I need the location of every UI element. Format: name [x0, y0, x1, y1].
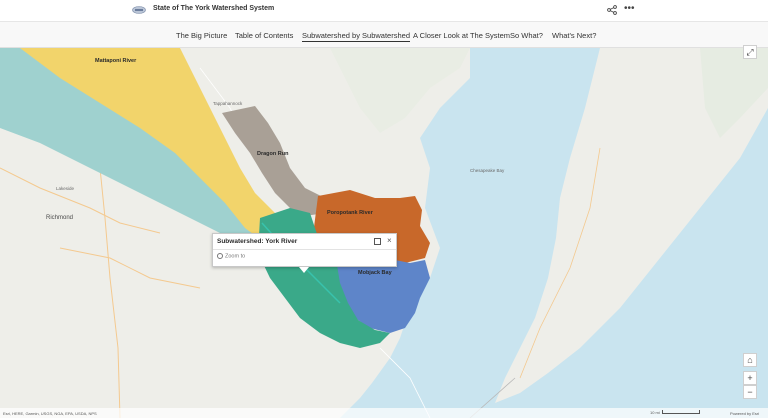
zoom-to-label: Zoom to: [225, 253, 245, 259]
nav-so-what[interactable]: So What?: [510, 31, 543, 40]
label-poropotank-river: Poropotank River: [327, 210, 373, 216]
label-chesapeake-bay: Chesapeake Bay: [470, 168, 504, 173]
share-icon[interactable]: [606, 4, 618, 16]
zoom-to-action[interactable]: Zoom to: [217, 253, 245, 259]
popup-title: Subwatershed: York River: [217, 238, 297, 245]
attribution-bar: Esri, HERE, Garmin, USGS, NGA, EPA, USDA…: [0, 408, 768, 418]
search-icon: [217, 253, 223, 259]
feature-popup: Subwatershed: York River × Zoom to: [212, 233, 397, 267]
scale-bar: [662, 410, 700, 414]
logo-icon: [132, 6, 146, 14]
label-mattaponi-river: Mattaponi River: [95, 58, 136, 64]
label-lakeside: Lakeside: [56, 186, 74, 191]
app-header: State of The York Watershed System •••: [0, 0, 768, 21]
nav-a-closer-look[interactable]: A Closer Look at The System: [413, 31, 510, 40]
dock-icon[interactable]: [374, 238, 381, 245]
powered-by[interactable]: Powered by Esri: [730, 411, 759, 416]
home-icon[interactable]: ⌂: [743, 353, 757, 367]
label-dragon-run: Dragon Run: [257, 151, 288, 157]
attribution-text: Esri, HERE, Garmin, USGS, NGA, EPA, USDA…: [3, 411, 97, 416]
label-tappahannock: Tappahannock: [213, 101, 242, 106]
zoom-in-button[interactable]: +: [743, 371, 757, 385]
more-options-icon[interactable]: •••: [624, 3, 635, 15]
nav-table-of-contents[interactable]: Table of Contents: [235, 31, 293, 40]
popup-pointer: [299, 267, 309, 273]
label-mobjack-bay: Mobjack Bay: [358, 270, 392, 276]
nav-the-big-picture[interactable]: The Big Picture: [176, 31, 227, 40]
app-title: State of The York Watershed System: [153, 5, 274, 12]
scale-label: 10 mi: [650, 410, 660, 415]
expand-icon[interactable]: ⤢: [743, 45, 757, 59]
zoom-out-button[interactable]: −: [743, 385, 757, 399]
label-richmond: Richmond: [46, 215, 73, 221]
nav-subwatershed-by-subwatershed[interactable]: Subwatershed by Subwatershed: [302, 31, 410, 42]
close-icon[interactable]: ×: [387, 236, 392, 246]
popup-divider: [213, 249, 396, 250]
story-navigation: The Big Picture Table of Contents Subwat…: [0, 21, 768, 48]
nav-whats-next[interactable]: What's Next?: [552, 31, 596, 40]
